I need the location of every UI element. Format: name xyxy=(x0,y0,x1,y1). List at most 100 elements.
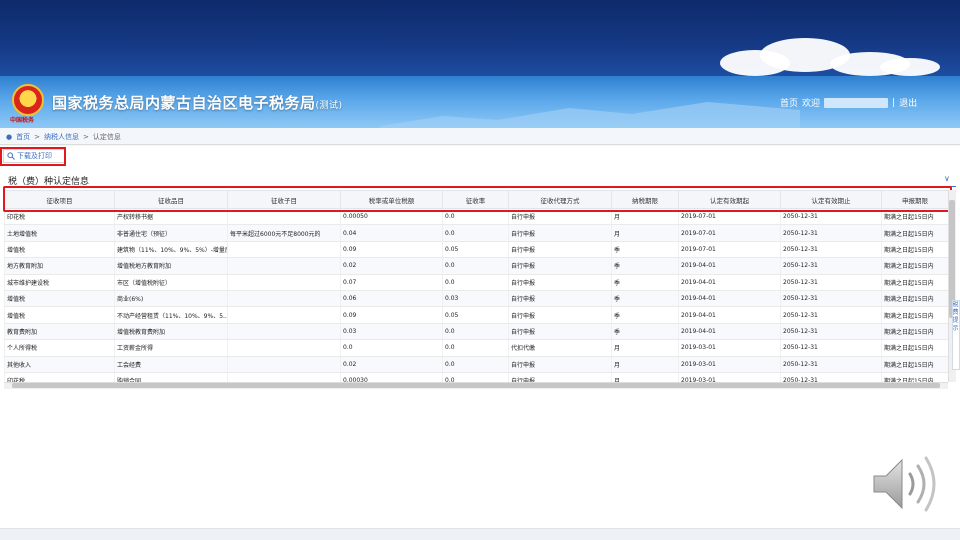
site-title: 国家税务总局内蒙古自治区电子税务局(测试) xyxy=(52,92,343,113)
table-cell: 自行申报 xyxy=(508,290,612,308)
breadcrumb-taxpayer-info[interactable]: 纳税人信息 xyxy=(44,132,79,142)
home-link[interactable]: 首页 xyxy=(780,96,798,109)
tax-assessment-table: 征收项目 征收品目 征收子目 税率或单位税额 征收率 征收代理方式 纳税期限 认… xyxy=(4,190,948,382)
table-cell: 建筑物（11%、10%、9%、5%）-增量房 xyxy=(114,241,228,259)
table-cell: 市区（增值税附征） xyxy=(114,274,228,291)
table-cell: 2019-07-01 xyxy=(678,224,781,242)
table-cell: 自行申报 xyxy=(508,274,612,291)
site-title-suffix: (测试) xyxy=(315,101,343,111)
table-cell: 月 xyxy=(611,339,679,357)
chevron-down-icon[interactable]: ∨ xyxy=(944,174,950,183)
table-cell: 工资薪金所得 xyxy=(114,339,228,357)
table-cell: 月 xyxy=(611,224,679,242)
table-row[interactable]: 其他收入 工会经费 0.02 0.0 自行申报月 2019-03-01 2050-12-31… xyxy=(4,356,948,373)
table-cell: 增值税 xyxy=(4,306,115,324)
breadcrumb-sep: > xyxy=(82,133,89,141)
table-cell: 0.04 xyxy=(340,224,443,242)
table-cell: 期满之日起15日内 xyxy=(881,339,948,357)
breadcrumb-home[interactable]: 首页 xyxy=(16,132,30,142)
table-row[interactable]: 增值税 商业(6%) 0.06 0.03 自行申报季 2019-04-01 2050-12-… xyxy=(4,290,948,308)
table-cell: 0.07 xyxy=(340,274,443,291)
table-cell: 期满之日起15日内 xyxy=(881,306,948,324)
table-cell: 0.03 xyxy=(442,290,509,308)
table-cell: 教育费附加 xyxy=(4,323,115,341)
table-cell: 期满之日起15日内 xyxy=(881,224,948,242)
table-row[interactable]: 城市维护建设税 市区（增值税附征） 0.07 0.0 自行申报季 2019-04-01 20… xyxy=(4,274,948,291)
table-cell xyxy=(227,323,341,341)
table-cell xyxy=(227,241,341,259)
table-cell: 代扣代缴 xyxy=(508,339,612,357)
table-cell: 0.09 xyxy=(340,306,443,324)
table-cell xyxy=(227,339,341,357)
table-cell: 2050-12-31 xyxy=(780,323,882,341)
table-cell: 2050-12-31 xyxy=(780,257,882,275)
table-row[interactable]: 教育费附加 增值税教育费附加 0.03 0.0 自行申报季 2019-04-01 2050-… xyxy=(4,323,948,341)
header-separator: | xyxy=(892,97,896,108)
table-cell: 2019-07-01 xyxy=(678,241,781,259)
table-cell: 0.0 xyxy=(442,323,509,341)
table-cell: 自行申报 xyxy=(508,372,612,382)
great-wall-graphic xyxy=(380,102,800,128)
table-cell: 0.0 xyxy=(442,257,509,275)
breadcrumb-current: 认定信息 xyxy=(92,133,121,141)
table-cell: 季 xyxy=(611,306,679,324)
table-cell: 2050-12-31 xyxy=(780,224,882,242)
masked-username xyxy=(824,97,889,108)
table-row[interactable]: 增值税 不动产经营租赁（11%、10%、9%、5... 0.09 0.05 自行申报季 2… xyxy=(4,306,948,324)
table-cell: 0.05 xyxy=(442,241,509,259)
highlight-box-table-header xyxy=(3,186,952,212)
table-cell: 增值税 xyxy=(4,290,115,308)
location-pin-icon: ● xyxy=(6,133,13,141)
table-cell: 2019-04-01 xyxy=(678,290,781,308)
logout-link[interactable]: 退出 xyxy=(899,96,917,109)
divider xyxy=(0,144,960,145)
table-cell: 期满之日起15日内 xyxy=(881,290,948,308)
header-links: 首页 欢迎 | 退出 xyxy=(780,96,917,109)
table-cell: 2019-04-01 xyxy=(678,257,781,275)
table-cell xyxy=(227,257,341,275)
table-cell: 期满之日起15日内 xyxy=(881,274,948,291)
screenshot-stage: 中国税务 国家税务总局内蒙古自治区电子税务局(测试) 首页 欢迎 | 退出 ● … xyxy=(0,0,960,540)
tax-emblem-icon xyxy=(12,84,44,116)
horizontal-scroll-thumb[interactable] xyxy=(12,383,940,388)
table-row[interactable]: 增值税 建筑物（11%、10%、9%、5%）-增量房 0.09 0.05 自行申报季 20… xyxy=(4,241,948,259)
breadcrumb: ● 首页 > 纳税人信息 > 认定信息 xyxy=(6,132,121,142)
table-row[interactable]: 印花税 购销合同 0.00030 0.0 自行申报月 2019-03-01 2050-12-… xyxy=(4,372,948,382)
table-viewport: 征收项目 征收品目 征收子目 税率或单位税额 征收率 征收代理方式 纳税期限 认… xyxy=(4,190,948,382)
table-cell: 0.02 xyxy=(340,257,443,275)
table-cell: 增值税 xyxy=(4,241,115,259)
table-cell: 0.0 xyxy=(442,372,509,382)
welcome-text: 欢迎 xyxy=(802,99,821,109)
table-cell: 0.0 xyxy=(442,356,509,373)
page-footer xyxy=(0,528,960,540)
table-cell: 0.0 xyxy=(442,224,509,242)
speaker-icon[interactable] xyxy=(868,452,940,516)
table-cell: 增值税地方教育附加 xyxy=(114,257,228,275)
table-cell: 地方教育附加 xyxy=(4,257,115,275)
table-cell: 2050-12-31 xyxy=(780,356,882,373)
table-cell: 0.09 xyxy=(340,241,443,259)
table-body: 印花税 产权转移书据 0.00050 0.0 自行申报月 2019-07-01 2050-1… xyxy=(4,208,948,382)
table-cell: 自行申报 xyxy=(508,241,612,259)
table-row[interactable]: 土地增值税 非普通住宅（预征） 每平米超过6000元不足8000元的 0.04 0.0 自… xyxy=(4,224,948,242)
table-cell: 0.05 xyxy=(442,306,509,324)
table-cell xyxy=(227,306,341,324)
table-cell: 购销合同 xyxy=(114,372,228,382)
table-cell: 自行申报 xyxy=(508,257,612,275)
table-cell: 非普通住宅（预征） xyxy=(114,224,228,242)
table-cell xyxy=(227,372,341,382)
side-tip-tab[interactable]: 税 费 提 示 xyxy=(952,300,960,370)
table-cell: 期满之日起15日内 xyxy=(881,257,948,275)
table-cell: 季 xyxy=(611,323,679,341)
emblem-caption: 中国税务 xyxy=(10,117,35,124)
table-cell: 工会经费 xyxy=(114,356,228,373)
table-cell: 自行申报 xyxy=(508,323,612,341)
table-cell: 不动产经营租赁（11%、10%、9%、5... xyxy=(114,306,228,324)
table-row[interactable]: 个人所得税 工资薪金所得 0.0 0.0 代扣代缴月 2019-03-01 2050-12-… xyxy=(4,339,948,357)
table-cell: 2019-03-01 xyxy=(678,372,781,382)
table-row[interactable]: 地方教育附加 增值税地方教育附加 0.02 0.0 自行申报季 2019-04-01 205… xyxy=(4,257,948,275)
table-cell: 印花税 xyxy=(4,372,115,382)
table-cell: 季 xyxy=(611,290,679,308)
table-cell: 2019-04-01 xyxy=(678,306,781,324)
table-cell xyxy=(227,290,341,308)
